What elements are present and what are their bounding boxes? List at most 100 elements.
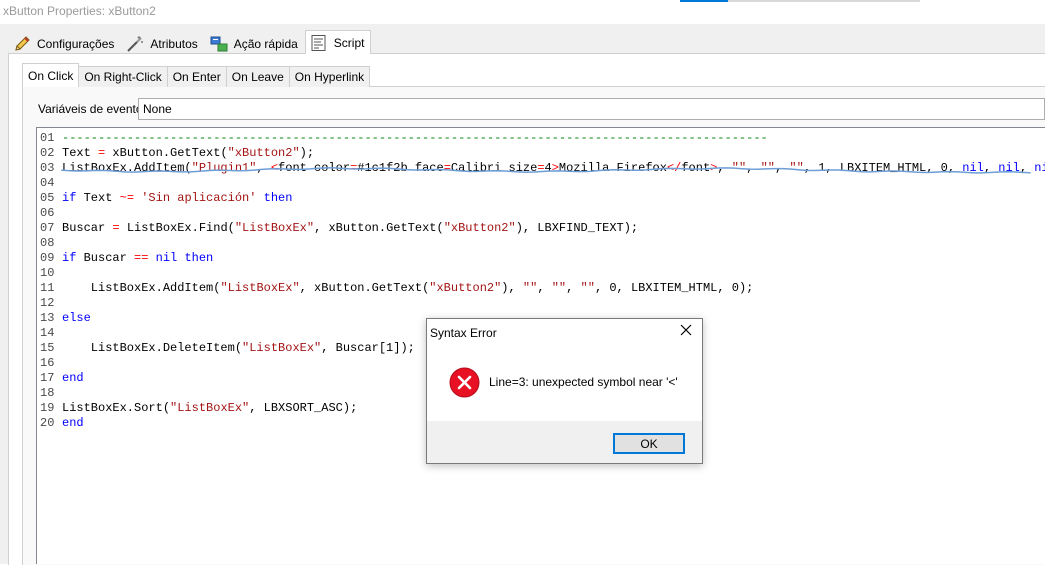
line-number: 07 (40, 221, 55, 235)
error-message: Line=3: unexpected symbol near '<' (489, 375, 678, 389)
code-token: ListBoxEx.DeleteItem( (62, 341, 243, 355)
code-token: "" (522, 281, 538, 295)
code-token: "ListBoxEx" (170, 401, 250, 415)
tab-on-right-click[interactable]: On Right-Click (78, 66, 168, 87)
tab-on-click[interactable]: On Click (22, 63, 80, 87)
code-token: end (62, 416, 84, 430)
tab-acao-rapida[interactable]: Ação rápida (205, 33, 305, 54)
code-line: 09 if Buscar == nil then (40, 251, 1045, 266)
line-number: 05 (40, 191, 55, 205)
code-token: = (112, 221, 120, 235)
tab-script[interactable]: Script (304, 30, 372, 54)
ok-button[interactable]: OK (613, 433, 685, 454)
tab-on-leave[interactable]: On Leave (225, 66, 290, 87)
main-tab-bar: Configurações Atributos Ação rápida Scri… (8, 30, 372, 54)
code-line: 06 (40, 206, 1045, 221)
line-number: 08 (40, 236, 55, 250)
code-token: else (62, 311, 91, 325)
code-line: 08 (40, 236, 1045, 251)
tab-label: Atributos (150, 37, 198, 51)
script-icon (310, 34, 328, 52)
code-token: 'Sin aplicación' (141, 191, 257, 205)
event-variables-label: Variáveis de evento: (38, 102, 146, 116)
title-bar: xButton Properties: xButton2 (0, 0, 1045, 24)
code-token: , xButton.GetText( (314, 221, 444, 235)
code-token: Text (62, 146, 99, 160)
code-token: if (62, 251, 77, 265)
tab-on-hyperlink[interactable]: On Hyperlink (288, 66, 371, 87)
code-token: ), (501, 281, 523, 295)
wand-icon (126, 35, 144, 53)
line-number: 16 (40, 356, 55, 370)
code-line: 02 Text = xButton.GetText("xButton2"); (40, 146, 1045, 161)
line-number: 03 (40, 161, 55, 175)
code-line: 07 Buscar = ListBoxEx.Find("ListBoxEx", x… (40, 221, 1045, 236)
line-number: 04 (40, 176, 55, 190)
line-number: 09 (40, 251, 55, 265)
dialog-footer: OK (427, 421, 702, 463)
line-number: 01 (40, 131, 55, 145)
line-number: 14 (40, 326, 55, 340)
quick-action-icon (210, 35, 228, 53)
code-token: ListBoxEx.AddItem( (62, 281, 221, 295)
close-icon[interactable] (679, 323, 693, 337)
tab-atributos[interactable]: Atributos (121, 33, 204, 54)
code-token: ListBoxEx.Sort( (62, 401, 171, 415)
line-number: 12 (40, 296, 55, 310)
code-token: "xButton2" (443, 221, 516, 235)
code-token: "xButton2" (429, 281, 502, 295)
line-number: 13 (40, 311, 55, 325)
line-number: 02 (40, 146, 55, 160)
line-number: 06 (40, 206, 55, 220)
code-token: "ListBoxEx" (234, 221, 315, 235)
tab-configuracoes[interactable]: Configurações (8, 33, 121, 54)
line-number: 10 (40, 266, 55, 280)
code-token: == (134, 251, 149, 265)
pencil-icon (13, 35, 31, 53)
line-number: 18 (40, 386, 55, 400)
window-title: xButton Properties: xButton2 (3, 4, 156, 18)
line-number: 15 (40, 341, 55, 355)
event-tab-bar: On Click On Right-Click On Enter On Leav… (22, 63, 371, 87)
code-token: ----------------------------------------… (62, 131, 768, 145)
code-token: Buscar (76, 251, 135, 265)
code-line: 10 (40, 266, 1045, 281)
code-token: then (263, 191, 293, 205)
code-token: "" (551, 281, 567, 295)
code-token: then (184, 251, 214, 265)
error-icon (449, 367, 480, 398)
tab-label: Configurações (37, 37, 115, 51)
code-token: "ListBoxEx" (220, 281, 300, 295)
tab-label: Script (333, 35, 365, 50)
background-window-edge (728, 0, 920, 2)
code-token: if (62, 191, 77, 205)
code-token: ~= (119, 191, 135, 205)
code-line: 12 (40, 296, 1045, 311)
event-variables-field[interactable]: None (138, 98, 1045, 120)
code-token: "ListBoxEx" (242, 341, 322, 355)
code-line: 01 --------------------------------------… (40, 131, 1045, 146)
line-number: 19 (40, 401, 55, 415)
code-token: , xButton.GetText( (299, 281, 430, 295)
line-number: 11 (40, 281, 55, 295)
dialog-title: Syntax Error (430, 326, 497, 340)
line-number: 20 (40, 416, 55, 430)
code-token: "" (580, 281, 595, 295)
code-token: ); (299, 146, 315, 160)
code-token: , Buscar[1]); (321, 341, 415, 355)
tab-on-enter[interactable]: On Enter (166, 66, 227, 87)
code-token: , LBXSORT_ASC); (249, 401, 358, 415)
code-token: ListBoxEx.Find( (119, 221, 235, 235)
line-number: 17 (40, 371, 55, 385)
code-line: 11 ListBoxEx.AddItem("ListBoxEx", xButto… (40, 281, 1045, 296)
code-token: ), LBXFIND_TEXT); (515, 221, 639, 235)
code-token: Text (76, 191, 120, 205)
underline-annotation (61, 167, 1031, 174)
syntax-error-dialog: Syntax Error Line=3: unexpected symbol n… (426, 318, 703, 464)
tab-label: Ação rápida (233, 37, 298, 51)
code-token: end (62, 371, 84, 385)
code-token: , (566, 281, 581, 295)
code-token: xButton.GetText( (105, 146, 228, 160)
code-token: nil (155, 251, 178, 265)
